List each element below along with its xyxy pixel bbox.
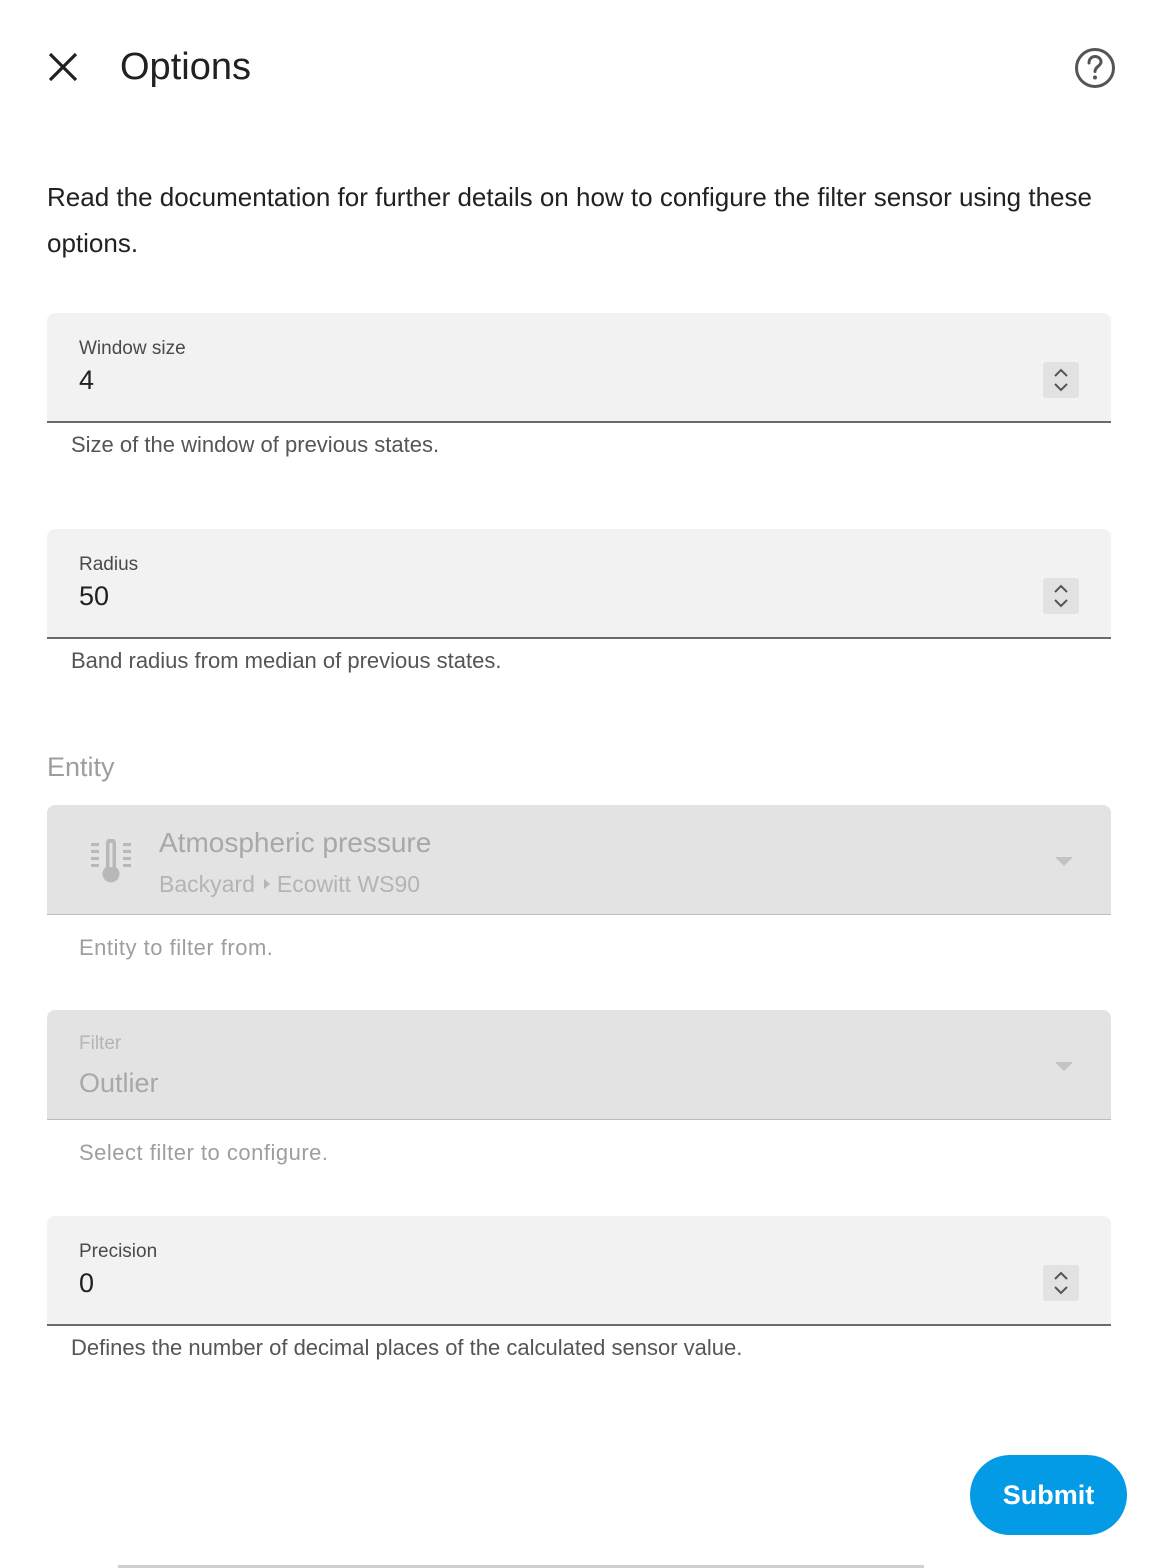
radius-helper: Band radius from median of previous stat… <box>71 648 502 673</box>
precision-field[interactable]: Precision 0 <box>47 1216 1111 1326</box>
help-button[interactable] <box>1070 44 1120 92</box>
precision-input[interactable]: 0 <box>79 1266 94 1300</box>
help-icon <box>1075 48 1115 88</box>
window-size-label: Window size <box>79 338 186 359</box>
precision-helper: Defines the number of decimal places of … <box>71 1335 743 1360</box>
stepper-arrows-icon <box>1054 368 1068 392</box>
radius-label: Radius <box>79 554 139 575</box>
radius-field[interactable]: Radius 50 <box>47 529 1111 639</box>
window-size-input[interactable]: 4 <box>79 363 94 397</box>
stepper-arrows-icon <box>1054 584 1068 608</box>
breadcrumb-arrow-icon <box>263 878 271 890</box>
dialog-title: Options <box>120 46 251 88</box>
radius-input[interactable]: 50 <box>79 579 109 613</box>
dialog-header: Options <box>0 0 1159 136</box>
filter-value: Outlier <box>79 1068 159 1098</box>
entity-breadcrumb: Backyard Ecowitt WS90 <box>159 869 420 899</box>
submit-button[interactable]: Submit <box>970 1455 1127 1535</box>
filter-label: Filter <box>79 1033 122 1054</box>
documentation-description: Read the documentation for further detai… <box>47 182 1092 258</box>
entity-helper: Entity to filter from. <box>79 935 274 960</box>
thermometer-icon <box>91 838 131 883</box>
radius-stepper[interactable] <box>1043 578 1079 614</box>
filter-helper: Select filter to configure. <box>79 1140 329 1165</box>
filter-select[interactable]: Filter Outlier <box>47 1010 1111 1120</box>
chevron-down-icon <box>1055 1062 1073 1071</box>
window-size-stepper[interactable] <box>1043 362 1079 398</box>
precision-label: Precision <box>79 1241 158 1262</box>
entity-device: Ecowitt WS90 <box>276 871 421 897</box>
window-size-helper: Size of the window of previous states. <box>71 432 440 457</box>
close-icon <box>48 52 78 82</box>
options-dialog: Options Read the documentation for furth… <box>0 0 1159 1568</box>
entity-section-label: Entity <box>47 752 115 782</box>
chevron-down-icon <box>1055 857 1073 866</box>
entity-name: Atmospheric pressure <box>159 827 432 858</box>
close-button[interactable] <box>40 44 86 90</box>
stepper-arrows-icon <box>1054 1271 1068 1295</box>
entity-picker[interactable]: Atmospheric pressure Backyard Ecowitt WS… <box>47 805 1111 915</box>
window-size-field[interactable]: Window size 4 <box>47 313 1111 423</box>
precision-stepper[interactable] <box>1043 1265 1079 1301</box>
entity-area: Backyard <box>159 871 255 897</box>
